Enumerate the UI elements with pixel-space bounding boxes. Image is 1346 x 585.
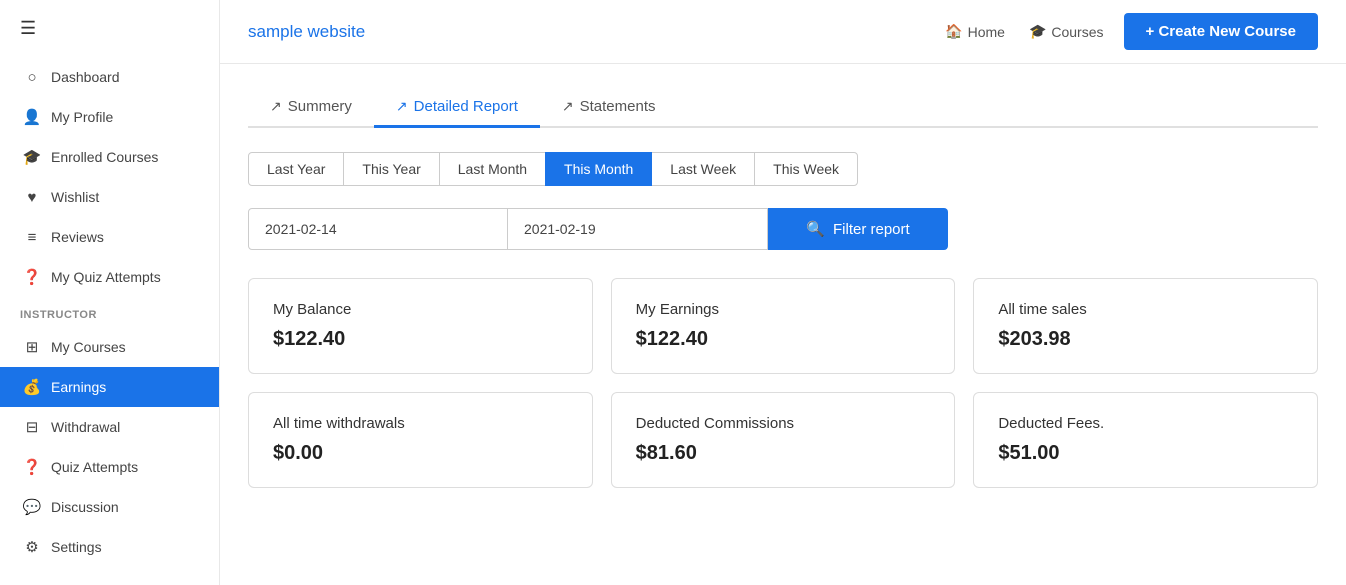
sidebar-item-quiz-attempts-instructor[interactable]: ❓ Quiz Attempts xyxy=(0,447,219,487)
quiz-icon-instructor: ❓ xyxy=(23,458,41,476)
settings-icon: ⚙ xyxy=(23,538,41,556)
filter-report-button[interactable]: 🔍 Filter report xyxy=(768,208,948,250)
instructor-section-label: INSTRUCTOR xyxy=(0,297,219,327)
stat-card-commissions: Deducted Commissions $81.60 xyxy=(611,392,956,488)
header-nav: 🏠 Home 🎓 Courses xyxy=(945,23,1103,40)
stat-value-withdrawals: $0.00 xyxy=(273,442,568,465)
dashboard-icon: ○ xyxy=(23,68,41,86)
hamburger-icon[interactable]: ☰ xyxy=(0,0,219,57)
sidebar-label-reviews: Reviews xyxy=(51,229,104,245)
stat-card-all-time-sales: All time sales $203.98 xyxy=(973,278,1318,374)
sidebar-item-earnings[interactable]: 💰 Earnings xyxy=(0,367,219,407)
sidebar-label-quiz-attempts-instructor: Quiz Attempts xyxy=(51,459,138,475)
sidebar-item-dashboard[interactable]: ○ Dashboard xyxy=(0,57,219,97)
sidebar: ☰ ○ Dashboard 👤 My Profile 🎓 Enrolled Co… xyxy=(0,0,220,585)
stat-card-fees: Deducted Fees. $51.00 xyxy=(973,392,1318,488)
home-icon: 🏠 xyxy=(945,23,962,40)
sidebar-label-my-courses: My Courses xyxy=(51,339,126,355)
date-filter-row: 🔍 Filter report xyxy=(248,208,1318,250)
stat-value-earnings: $122.40 xyxy=(636,328,931,351)
stat-title-balance: My Balance xyxy=(273,301,568,318)
brand-name: sample website xyxy=(248,22,925,42)
period-last-month[interactable]: Last Month xyxy=(439,152,546,186)
sidebar-label-quiz-attempts-student: My Quiz Attempts xyxy=(51,269,161,285)
report-tabs: ↗ Summery ↗ Detailed Report ↗ Statements xyxy=(248,88,1318,128)
tab-detailed-report-label: Detailed Report xyxy=(414,98,518,115)
earnings-icon: 💰 xyxy=(23,378,41,396)
reviews-icon: ≡ xyxy=(23,228,41,246)
stat-value-fees: $51.00 xyxy=(998,442,1293,465)
wishlist-icon: ♥ xyxy=(23,188,41,206)
stat-card-earnings: My Earnings $122.40 xyxy=(611,278,956,374)
stat-title-fees: Deducted Fees. xyxy=(998,415,1293,432)
statements-tab-icon: ↗ xyxy=(562,98,574,115)
period-this-week[interactable]: This Week xyxy=(754,152,858,186)
courses-nav-icon: 🎓 xyxy=(1029,23,1046,40)
tab-statements[interactable]: ↗ Statements xyxy=(540,88,678,128)
search-icon: 🔍 xyxy=(806,220,825,238)
stat-value-commissions: $81.60 xyxy=(636,442,931,465)
sidebar-label-earnings: Earnings xyxy=(51,379,106,395)
period-this-month[interactable]: This Month xyxy=(545,152,652,186)
sidebar-item-settings[interactable]: ⚙ Settings xyxy=(0,527,219,567)
stat-value-balance: $122.40 xyxy=(273,328,568,351)
stats-grid: My Balance $122.40 My Earnings $122.40 A… xyxy=(248,278,1318,488)
withdrawal-icon: ⊟ xyxy=(23,418,41,436)
sidebar-item-my-courses[interactable]: ⊞ My Courses xyxy=(0,327,219,367)
sidebar-label-dashboard: Dashboard xyxy=(51,69,120,85)
sidebar-item-discussion[interactable]: 💬 Discussion xyxy=(0,487,219,527)
tab-summery-label: Summery xyxy=(288,98,352,115)
tab-detailed-report[interactable]: ↗ Detailed Report xyxy=(374,88,540,128)
sidebar-label-discussion: Discussion xyxy=(51,499,119,515)
sidebar-label-enrolled-courses: Enrolled Courses xyxy=(51,149,158,165)
sidebar-label-my-profile: My Profile xyxy=(51,109,113,125)
main-content: sample website 🏠 Home 🎓 Courses + Create… xyxy=(220,0,1346,585)
sidebar-label-withdrawal: Withdrawal xyxy=(51,419,120,435)
period-filter-group: Last Year This Year Last Month This Mont… xyxy=(248,152,1318,186)
sidebar-item-withdrawal[interactable]: ⊟ Withdrawal xyxy=(0,407,219,447)
sidebar-item-quiz-attempts-student[interactable]: ❓ My Quiz Attempts xyxy=(0,257,219,297)
period-this-year[interactable]: This Year xyxy=(343,152,439,186)
stat-title-all-time-sales: All time sales xyxy=(998,301,1293,318)
tab-summery[interactable]: ↗ Summery xyxy=(248,88,374,128)
enrolled-icon: 🎓 xyxy=(23,148,41,166)
sidebar-item-wishlist[interactable]: ♥ Wishlist xyxy=(0,177,219,217)
nav-home-label: Home xyxy=(968,24,1005,40)
start-date-input[interactable] xyxy=(248,208,508,250)
create-course-button[interactable]: + Create New Course xyxy=(1124,13,1318,50)
end-date-input[interactable] xyxy=(508,208,768,250)
stat-value-all-time-sales: $203.98 xyxy=(998,328,1293,351)
quiz-icon-student: ❓ xyxy=(23,268,41,286)
header: sample website 🏠 Home 🎓 Courses + Create… xyxy=(220,0,1346,64)
period-last-year[interactable]: Last Year xyxy=(248,152,344,186)
stat-title-withdrawals: All time withdrawals xyxy=(273,415,568,432)
sidebar-item-reviews[interactable]: ≡ Reviews xyxy=(0,217,219,257)
stat-card-withdrawals: All time withdrawals $0.00 xyxy=(248,392,593,488)
summery-tab-icon: ↗ xyxy=(270,98,282,115)
nav-courses-label: Courses xyxy=(1051,24,1103,40)
nav-home[interactable]: 🏠 Home xyxy=(945,23,1005,40)
discussion-icon: 💬 xyxy=(23,498,41,516)
detailed-tab-icon: ↗ xyxy=(396,98,408,115)
stat-title-earnings: My Earnings xyxy=(636,301,931,318)
content-area: ↗ Summery ↗ Detailed Report ↗ Statements… xyxy=(220,64,1346,585)
sidebar-label-settings: Settings xyxy=(51,539,102,555)
sidebar-item-enrolled-courses[interactable]: 🎓 Enrolled Courses xyxy=(0,137,219,177)
stat-card-balance: My Balance $122.40 xyxy=(248,278,593,374)
tab-statements-label: Statements xyxy=(580,98,656,115)
period-last-week[interactable]: Last Week xyxy=(651,152,755,186)
profile-icon: 👤 xyxy=(23,108,41,126)
stat-title-commissions: Deducted Commissions xyxy=(636,415,931,432)
nav-courses[interactable]: 🎓 Courses xyxy=(1029,23,1104,40)
filter-btn-label: Filter report xyxy=(833,221,910,238)
sidebar-item-my-profile[interactable]: 👤 My Profile xyxy=(0,97,219,137)
sidebar-label-wishlist: Wishlist xyxy=(51,189,99,205)
my-courses-icon: ⊞ xyxy=(23,338,41,356)
